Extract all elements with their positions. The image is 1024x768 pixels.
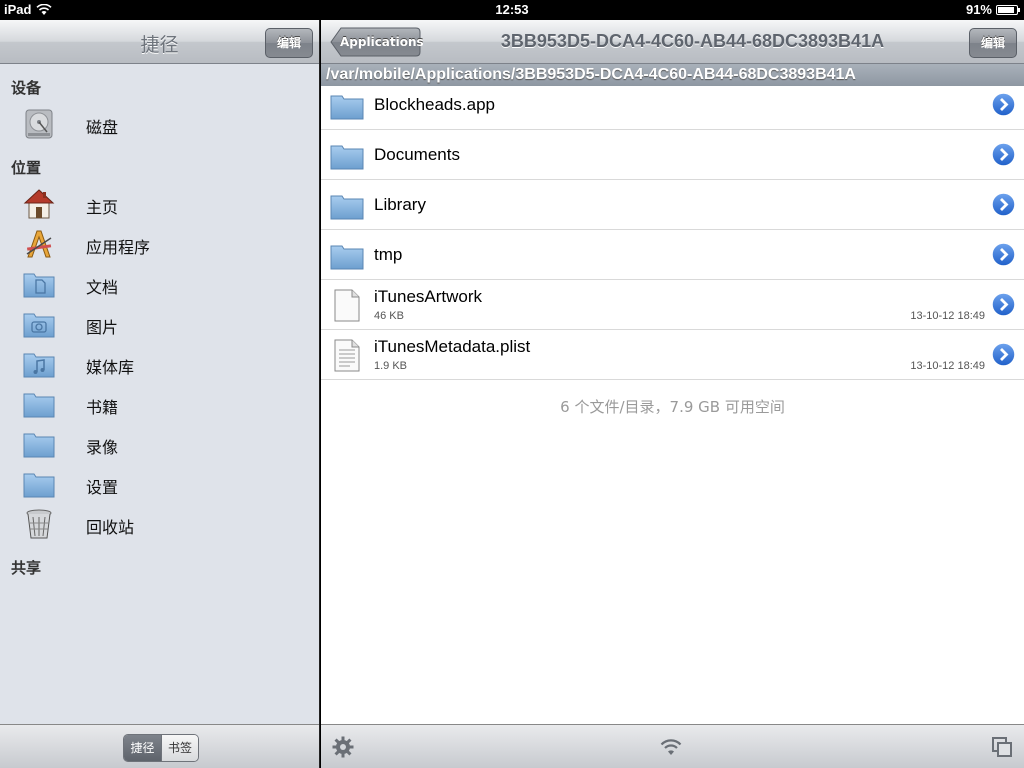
sidebar-edit-button[interactable]: 编辑 <box>265 28 313 58</box>
file-icon <box>334 289 360 322</box>
battery-fill <box>998 6 1014 13</box>
file-row-documents[interactable]: Documents <box>321 130 1024 180</box>
browser-navbar: Applications 3BB953D5-DCA4-4C60-AB44-68D… <box>321 20 1024 64</box>
folder-icon <box>23 473 55 498</box>
disclosure-arrow-icon[interactable] <box>991 192 1016 217</box>
sidebar-item-label: 图片 <box>86 318 119 337</box>
sidebar-item-media-library[interactable]: 媒体库 <box>0 344 320 384</box>
sidebar-navbar: 捷径 编辑 <box>0 20 319 64</box>
segment-bookmarks[interactable]: 书签 <box>161 735 198 761</box>
pictures-folder-icon <box>23 313 55 338</box>
applications-icon <box>26 230 52 258</box>
sidebar-item-pictures[interactable]: 图片 <box>0 304 320 344</box>
file-date: 13-10-12 18:49 <box>910 360 985 372</box>
sidebar-item-label: 录像 <box>86 438 119 457</box>
section-places: 位置 <box>11 159 42 177</box>
disclosure-arrow-icon[interactable] <box>991 92 1016 117</box>
file-row-itunesartwork[interactable]: iTunesArtwork 46 KB 13-10-12 18:49 <box>321 280 1024 330</box>
status-right: 91% <box>965 2 1020 17</box>
sidebar-item-label: 主页 <box>86 198 119 217</box>
folder-icon <box>330 95 364 120</box>
sidebar-toolbar: 捷径 书签 <box>0 724 319 768</box>
browser-edit-button[interactable]: 编辑 <box>969 28 1017 58</box>
file-date: 13-10-12 18:49 <box>910 310 985 322</box>
disclosure-arrow-icon[interactable] <box>991 292 1016 317</box>
sidebar-item-label: 应用程序 <box>86 238 151 257</box>
file-size: 1.9 KB <box>374 360 408 372</box>
documents-folder-icon <box>23 273 55 298</box>
file-browser-pane: Applications 3BB953D5-DCA4-4C60-AB44-68D… <box>321 20 1024 768</box>
clock: 12:53 <box>495 2 529 17</box>
sidebar-item-books[interactable]: 书籍 <box>0 384 320 424</box>
shortcuts-bookmarks-segmented-control: 捷径 书签 <box>123 734 199 762</box>
file-name: Library <box>374 195 426 214</box>
sidebar-item-trash[interactable]: 回收站 <box>0 504 320 544</box>
browser-toolbar <box>321 724 1024 768</box>
sidebar-item-label: 磁盘 <box>86 118 119 137</box>
text-file-icon <box>334 339 360 372</box>
file-row-tmp[interactable]: tmp <box>321 230 1024 280</box>
file-name: iTunesMetadata.plist <box>374 337 531 356</box>
music-folder-icon <box>23 353 55 378</box>
file-size: 46 KB <box>374 310 404 322</box>
wifi-sharing-icon[interactable] <box>659 735 683 759</box>
shortcuts-pane: 捷径 编辑 设备 磁盘 位置 主页 应用程序 文档 图片 媒体库 书籍 录像 设… <box>0 20 320 768</box>
sidebar-item-label: 书籍 <box>86 398 119 417</box>
disclosure-arrow-icon[interactable] <box>991 342 1016 367</box>
battery-percent: 91% <box>965 2 992 17</box>
status-bar: iPad 12:53 91% <box>0 0 1024 20</box>
file-name: Documents <box>374 145 460 164</box>
folder-icon <box>330 245 364 270</box>
gear-icon[interactable] <box>331 735 355 759</box>
sidebar-item-label: 文档 <box>86 278 119 297</box>
file-name: iTunesArtwork <box>374 287 483 306</box>
sidebar-item-label: 媒体库 <box>86 358 135 377</box>
file-row-itunesmetadata-plist[interactable]: iTunesMetadata.plist 1.9 KB 13-10-12 18:… <box>321 330 1024 380</box>
folder-summary: 6 个文件/目录，7.9 GB 可用空间 <box>560 398 785 416</box>
file-row-blockheads-app[interactable]: Blockheads.app <box>321 80 1024 130</box>
folder-icon <box>330 195 364 220</box>
disk-icon <box>25 109 53 139</box>
sidebar-item-disk[interactable]: 磁盘 <box>0 104 320 144</box>
sidebar-item-label: 设置 <box>86 478 119 497</box>
folder-icon <box>23 433 55 458</box>
sidebar-item-videos[interactable]: 录像 <box>0 424 320 464</box>
section-shared: 共享 <box>11 559 42 577</box>
folder-icon <box>330 145 364 170</box>
disclosure-arrow-icon[interactable] <box>991 142 1016 167</box>
sidebar-item-settings[interactable]: 设置 <box>0 464 320 504</box>
disclosure-arrow-icon[interactable] <box>991 242 1016 267</box>
file-name: tmp <box>374 245 403 264</box>
windows-icon[interactable] <box>990 735 1014 759</box>
sidebar-item-documents[interactable]: 文档 <box>0 264 320 304</box>
file-name: Blockheads.app <box>374 95 495 114</box>
folder-icon <box>23 393 55 418</box>
sidebar-item-home[interactable]: 主页 <box>0 184 320 224</box>
sidebar-item-applications[interactable]: 应用程序 <box>0 224 320 264</box>
battery-icon <box>996 4 1020 15</box>
folder-title: 3BB953D5-DCA4-4C60-AB44-68DC3893B41A <box>500 31 885 51</box>
section-devices: 设备 <box>11 79 42 97</box>
segment-shortcuts[interactable]: 捷径 <box>124 735 161 761</box>
file-row-library[interactable]: Library <box>321 180 1024 230</box>
home-icon <box>23 189 55 219</box>
sidebar-item-label: 回收站 <box>86 518 135 537</box>
trash-icon <box>26 509 52 539</box>
